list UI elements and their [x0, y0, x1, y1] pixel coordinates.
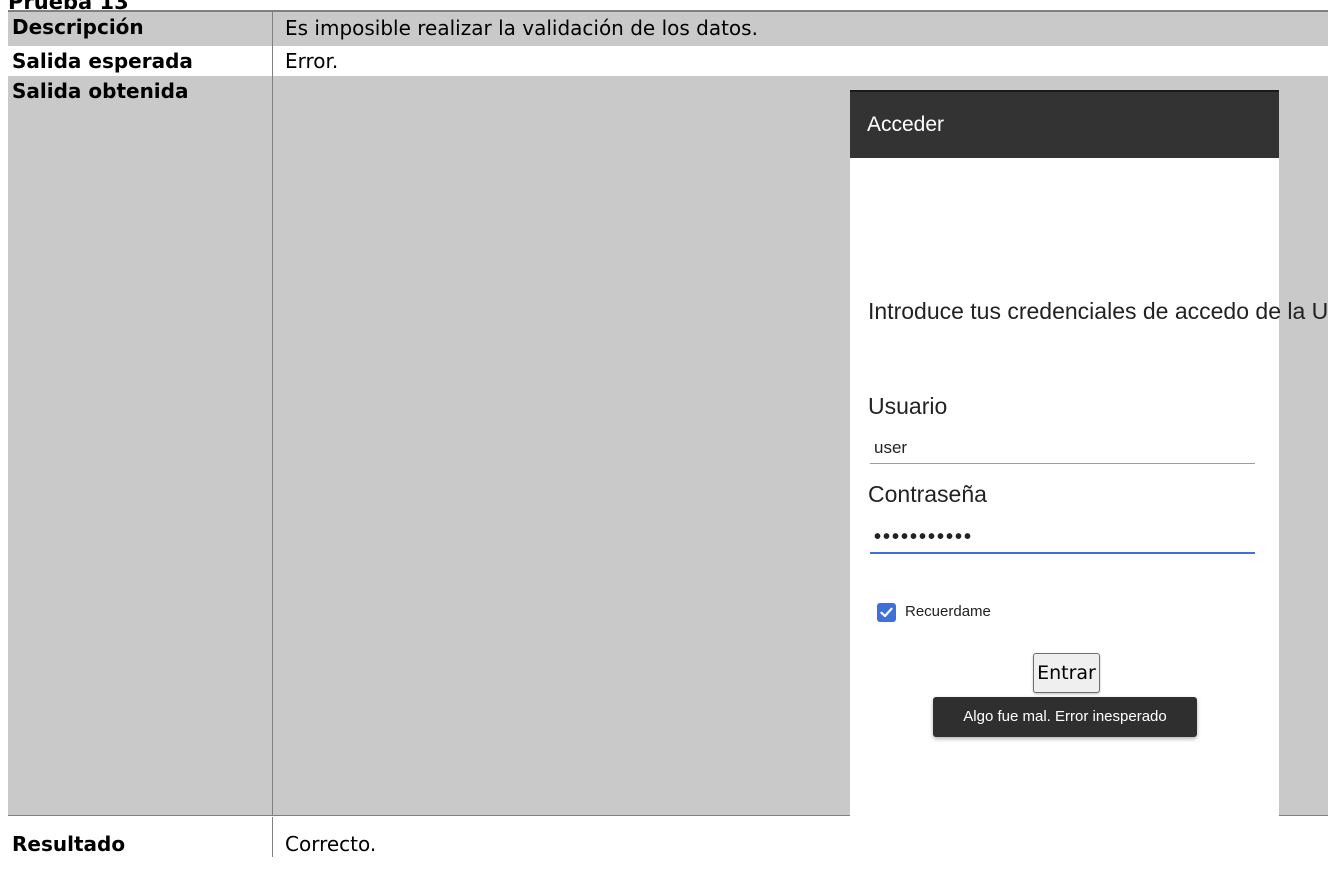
- row-label-result: Resultado: [12, 832, 126, 856]
- phone-screenshot: Acceder Introduce tus credenciales de ac…: [850, 90, 1328, 816]
- remember-label[interactable]: Recuerdame: [905, 602, 991, 622]
- checkmark-icon: [880, 607, 893, 618]
- test-case-table: Descripción Es imposible realizar la val…: [8, 10, 1328, 857]
- row-value-description: Es imposible realizar la validación de l…: [272, 12, 1328, 46]
- table-row-result: Resultado Correcto.: [8, 817, 1328, 857]
- row-label-expected: Salida esperada: [12, 49, 193, 73]
- row-label-obtained: Salida obtenida: [12, 79, 189, 103]
- table-row-expected: Salida esperada Error.: [8, 46, 1328, 76]
- table-row-description: Descripción Es imposible realizar la val…: [8, 12, 1328, 46]
- row-label-description: Descripción: [12, 15, 144, 39]
- username-input[interactable]: [870, 432, 1255, 464]
- row-value-result: Correcto.: [272, 817, 1328, 857]
- remember-checkbox[interactable]: [877, 603, 896, 622]
- app-bar-title: Acceder: [867, 113, 945, 136]
- login-instructions: Introduce tus credenciales de accedo de …: [868, 298, 1328, 324]
- error-toast: Algo fue mal. Error inesperado: [933, 697, 1197, 737]
- username-label: Usuario: [868, 393, 948, 419]
- password-label: Contraseña: [868, 481, 987, 507]
- password-input[interactable]: [870, 522, 1255, 554]
- row-value-expected: Error.: [272, 46, 1328, 76]
- row-value-obtained: Acceder Introduce tus credenciales de ac…: [272, 76, 1328, 816]
- app-bar: Acceder: [850, 90, 1279, 158]
- enter-button[interactable]: Entrar: [1033, 653, 1100, 693]
- table-row-obtained: Salida obtenida Acceder Introduce tus cr…: [8, 76, 1328, 816]
